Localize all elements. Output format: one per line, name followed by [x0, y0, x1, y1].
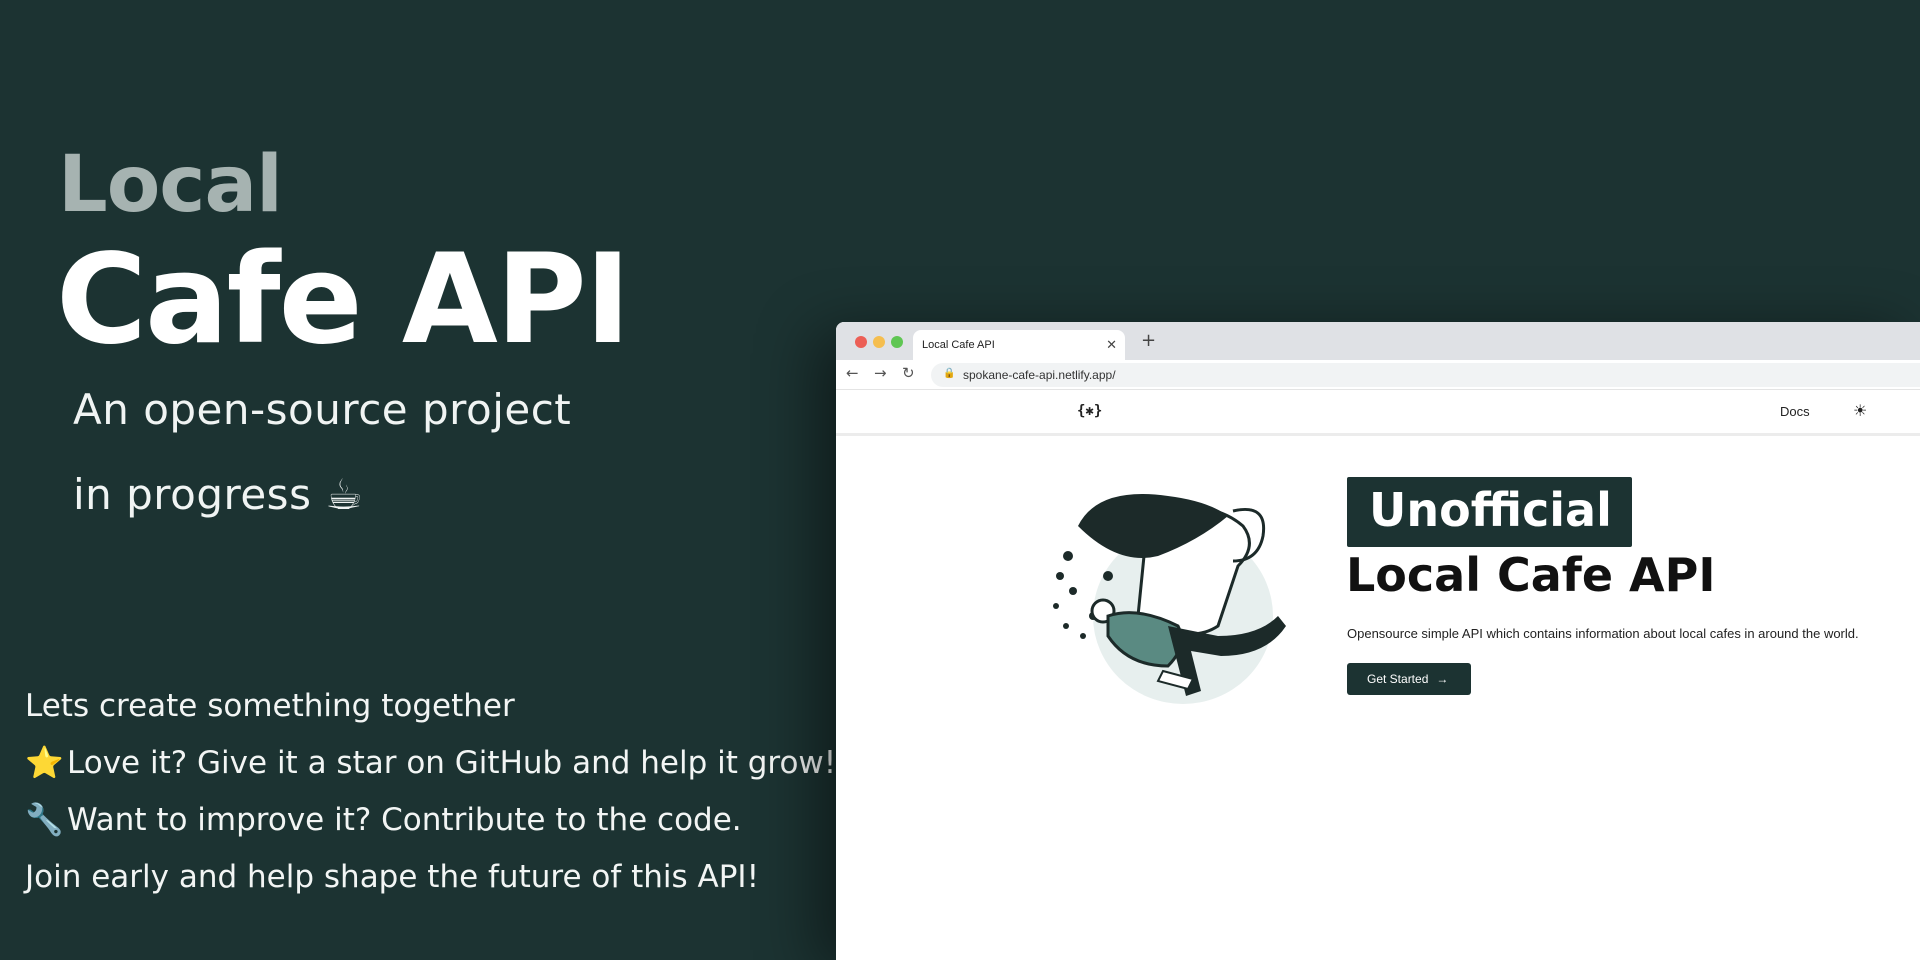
hero-title-local: Local [58, 140, 283, 230]
browser-tab[interactable]: Local Cafe API ✕ [913, 330, 1125, 360]
cta-line: ⭐ Love it? Give it a star on GitHub and h… [25, 741, 836, 798]
arrow-right-icon: → [1436, 672, 1449, 686]
close-window-button[interactable] [855, 336, 867, 348]
browser-tab-bar: Local Cafe API ✕ + [836, 322, 1920, 360]
nav-docs-link[interactable]: Docs [1780, 404, 1810, 419]
cta-line: Join early and help shape the future of … [25, 855, 836, 912]
close-icon[interactable]: ✕ [1106, 337, 1117, 353]
hero-subtitle-line1: An open-source project [73, 385, 572, 434]
hero-title-main: Cafe API [56, 228, 631, 372]
reload-icon[interactable]: ↻ [902, 364, 915, 382]
cta-text: Want to improve it? Contribute to the co… [67, 802, 742, 838]
tab-title: Local Cafe API [922, 339, 995, 351]
browser-window: Local Cafe API ✕ + ← → ↻ 🔒 spokane-cafe-… [836, 322, 1920, 960]
maximize-window-button[interactable] [891, 336, 903, 348]
coffee-cup-illustration [1053, 494, 1286, 704]
unofficial-badge: Unofficial [1347, 477, 1632, 547]
site-logo[interactable]: {✱} [1077, 403, 1102, 419]
star-icon: ⭐ [25, 745, 64, 781]
url-field[interactable]: 🔒 spokane-cafe-api.netlify.app/ [931, 363, 1920, 387]
sun-icon[interactable]: ☀ [1853, 401, 1867, 420]
lock-icon: 🔒 [943, 368, 956, 379]
new-tab-button[interactable]: + [1141, 330, 1156, 351]
get-started-button[interactable]: Get Started → [1347, 663, 1471, 695]
url-text: spokane-cafe-api.netlify.app/ [963, 368, 1116, 382]
site-navbar: {✱} Docs ☀ [836, 390, 1920, 436]
forward-arrow-icon[interactable]: → [874, 364, 887, 382]
cta-line: Lets create something together [25, 684, 836, 741]
wrench-icon: 🔧 [25, 802, 64, 838]
hero-subtitle-line2: in progress ☕ [73, 470, 364, 519]
minimize-window-button[interactable] [873, 336, 885, 348]
cta-text: Join early and help shape the future of … [25, 859, 759, 895]
get-started-label: Get Started [1367, 672, 1429, 686]
back-arrow-icon[interactable]: ← [846, 364, 859, 382]
call-to-action-list: Lets create something together ⭐ Love it?… [25, 684, 836, 912]
site-title: Local Cafe API [1346, 548, 1716, 602]
address-bar: ← → ↻ 🔒 spokane-cafe-api.netlify.app/ [836, 360, 1920, 390]
cta-line: 🔧 Want to improve it? Contribute to the c… [25, 798, 836, 855]
site-hero: Unofficial Local Cafe API Opensource sim… [836, 436, 1920, 956]
site-description: Opensource simple API which contains inf… [1347, 626, 1859, 641]
cta-text: Love it? Give it a star on GitHub and he… [67, 745, 837, 781]
cta-text: Lets create something together [25, 688, 515, 724]
